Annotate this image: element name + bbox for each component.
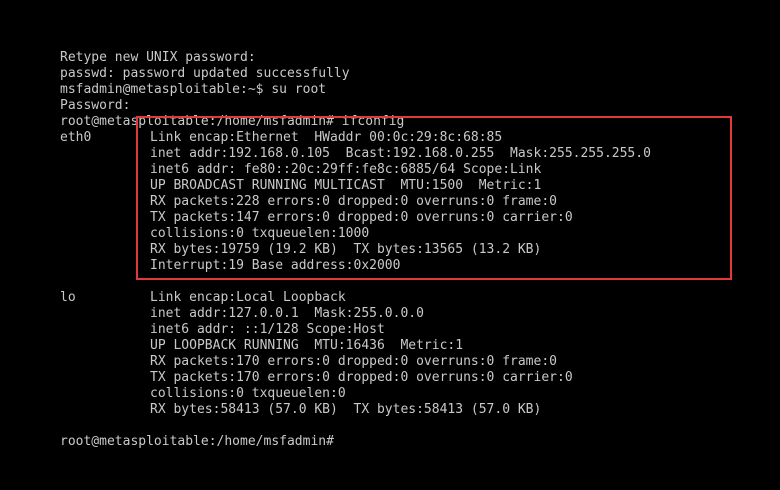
- terminal-window[interactable]: Retype new UNIX password: passwd: passwo…: [0, 0, 780, 490]
- lo-line: inet addr:127.0.0.1 Mask:255.0.0.0: [150, 306, 424, 321]
- lo-line: UP LOOPBACK RUNNING MTU:16436 Metric:1: [150, 338, 464, 353]
- lo-line: collisions:0 txqueuelen:0: [150, 386, 346, 401]
- interface-name-eth0: eth0: [60, 130, 92, 145]
- lo-line: TX packets:170 errors:0 dropped:0 overru…: [150, 370, 573, 385]
- highlight-box: [136, 116, 732, 280]
- session-line: passwd: password updated successfully: [60, 66, 350, 81]
- session-line: msfadmin@metasploitable:~$ su root: [60, 82, 327, 97]
- lo-line: Link encap:Local Loopback: [150, 290, 346, 305]
- session-line: Retype new UNIX password:: [60, 50, 256, 65]
- lo-line: RX bytes:58413 (57.0 KB) TX bytes:58413 …: [150, 402, 542, 417]
- lo-line: inet6 addr: ::1/128 Scope:Host: [150, 322, 385, 337]
- session-line: Password:: [60, 98, 131, 113]
- interface-name-lo: lo: [60, 290, 76, 305]
- lo-line: RX packets:170 errors:0 dropped:0 overru…: [150, 354, 557, 369]
- shell-prompt[interactable]: root@metasploitable:/home/msfadmin#: [60, 434, 334, 450]
